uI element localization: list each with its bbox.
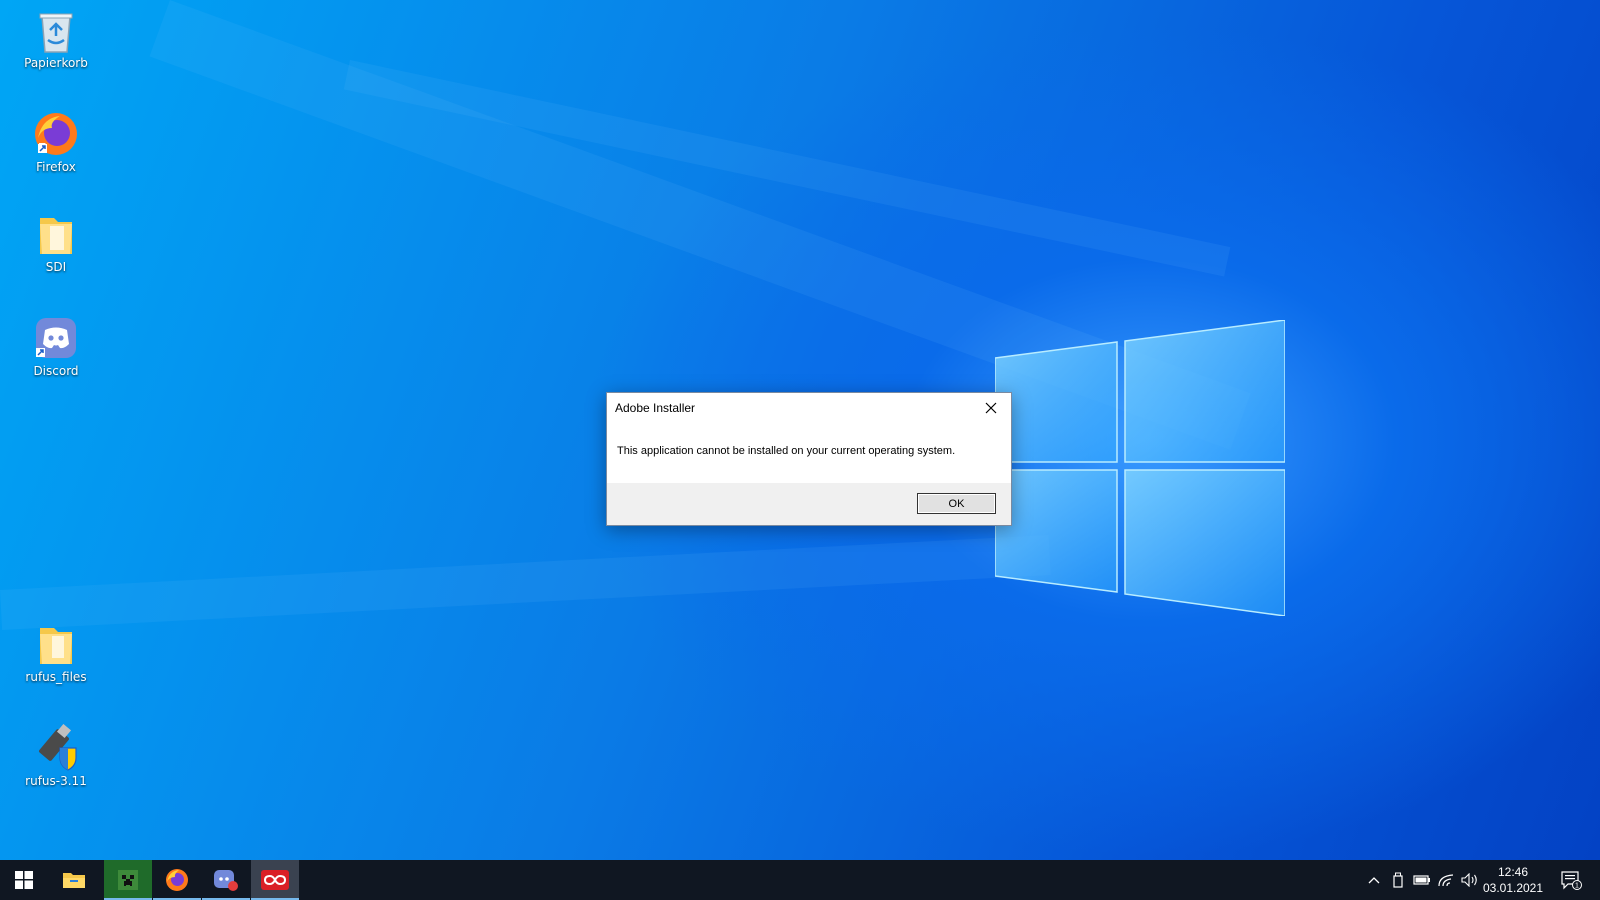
taskbar-file-explorer[interactable] [50,860,98,900]
desktop-icon-label: Firefox [36,160,76,174]
chevron-up-icon [1368,877,1380,884]
taskbar-firefox[interactable] [153,860,201,900]
taskbar-minecraft[interactable] [104,860,152,900]
notification-count: 1 [1575,883,1579,890]
folder-icon [40,628,72,664]
discord-icon [36,318,76,358]
start-windows-icon [15,871,33,889]
tray-network[interactable] [1434,860,1458,900]
tray-usb-drive[interactable] [1386,860,1410,900]
close-icon [985,402,997,414]
clock-date: 03.01.2021 [1482,881,1544,895]
desktop-icon-recycle-bin[interactable]: Papierkorb [16,8,96,70]
tray-show-hidden-icons[interactable] [1362,860,1386,900]
firefox-icon [35,113,77,155]
dialog-message: This application cannot be installed on … [617,445,956,457]
minecraft-app-icon [118,870,138,890]
rufus-usb-icon [39,724,77,771]
taskbar-adobe-creative-cloud[interactable] [251,860,299,900]
desktop-icon-label: SDI [45,260,67,274]
recycle-bin-icon [39,13,73,53]
firefox-icon [166,869,188,891]
clock-time: 12:46 [1497,865,1529,879]
desktop-icon-rufus-files[interactable]: rufus_files [16,622,96,684]
dialog-titlebar[interactable]: Adobe Installer [607,393,1011,423]
desktop-icon-label: Discord [33,364,79,378]
adobe-installer-dialog: Adobe Installer This application cannot … [606,392,1012,526]
volume-icon [1461,873,1477,887]
desktop-icon-discord[interactable]: Discord [16,314,96,378]
usb-drive-icon [1393,872,1403,888]
tray-battery[interactable] [1410,860,1434,900]
dialog-close-button[interactable] [971,393,1011,423]
battery-icon [1413,875,1430,885]
desktop-icon-label: rufus_files [25,670,87,684]
desktop-icon-label: Papierkorb [24,56,88,70]
start-button[interactable] [0,860,48,900]
desktop: Papierkorb Firefox SDI Discord rufus_fil… [0,0,1600,860]
taskbar-clock[interactable]: 12:46 03.01.2021 [1478,864,1548,896]
file-explorer-icon [63,873,85,888]
adobe-creative-cloud-icon [261,870,289,890]
notification-icon: 1 [1561,871,1582,890]
desktop-icon-rufus[interactable]: rufus-3.11 [16,724,96,788]
action-center-button[interactable]: 1 [1554,860,1588,900]
dialog-title: Adobe Installer [615,401,696,415]
folder-icon [40,218,72,254]
dialog-footer: OK [607,483,1011,525]
windows-wallpaper-logo [995,320,1285,616]
discord-app-icon [214,870,238,891]
desktop-icon-sdi[interactable]: SDI [16,212,96,274]
taskbar: 12:46 03.01.2021 1 [0,860,1600,900]
ok-button[interactable]: OK [917,493,996,514]
desktop-icon-firefox[interactable]: Firefox [16,110,96,174]
taskbar-discord[interactable] [202,860,250,900]
desktop-icon-label: rufus-3.11 [25,774,87,788]
wifi-icon [1438,874,1454,887]
